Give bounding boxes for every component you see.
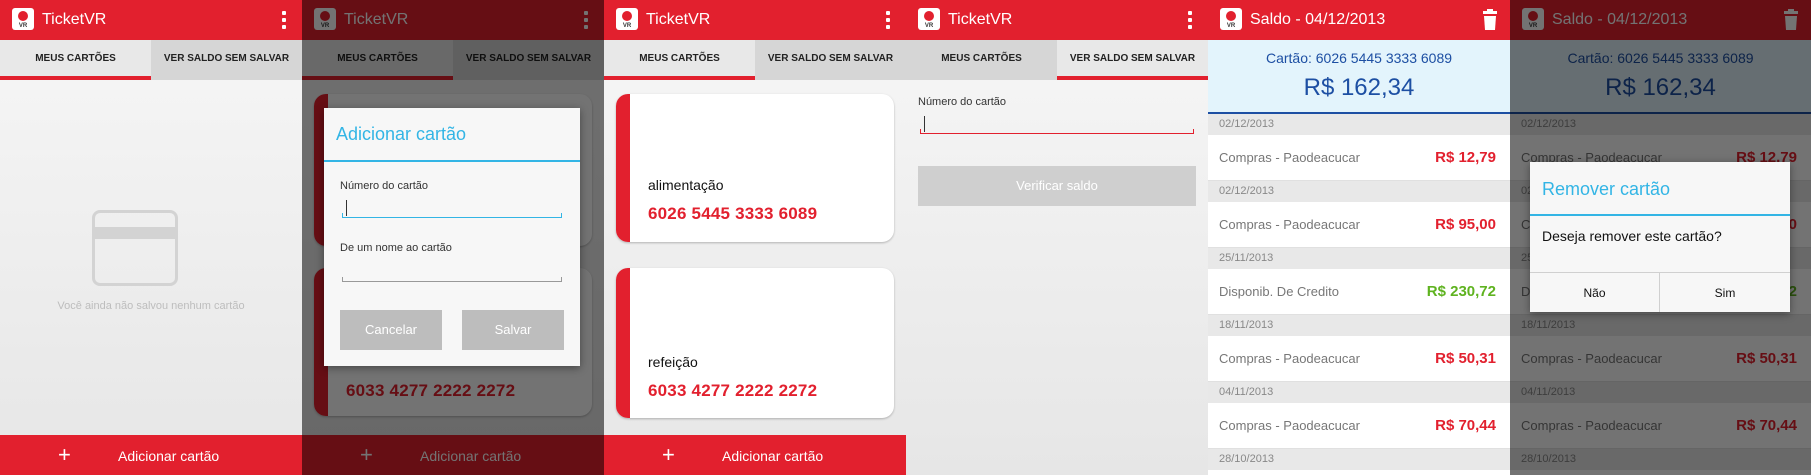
- transaction-value: R$ 95,00: [1435, 216, 1496, 233]
- screen-balance: VR Saldo - 04/12/2013 Cartão: 6026 5445 …: [1208, 0, 1510, 475]
- app-logo-icon: VR: [12, 8, 34, 30]
- card-number-label: Número do cartão: [340, 180, 429, 192]
- transaction-list: 02/12/2013 Compras - Paodeacucar R$ 12,7…: [1208, 114, 1510, 470]
- tab-my-cards[interactable]: MEUS CARTÕES: [0, 40, 151, 80]
- balance-amount: R$ 162,34: [1303, 74, 1415, 101]
- overflow-menu-icon[interactable]: [278, 10, 290, 30]
- balance-header: Cartão: 6026 5445 3333 6089 R$ 162,34: [1208, 40, 1510, 114]
- add-card-button[interactable]: + Adicionar cartão: [0, 435, 302, 475]
- screen-add-card-dialog: VR TicketVR MEUS CARTÕES VER SALDO SEM S…: [302, 0, 604, 475]
- transaction-row: Disponib. De Credito R$ 230,72: [1208, 269, 1510, 315]
- balance-title: Saldo - 04/12/2013: [1250, 11, 1386, 28]
- transaction-date: 04/11/2013: [1208, 382, 1510, 403]
- transaction-description: Compras - Paodeacucar: [1219, 418, 1360, 433]
- transaction-description: Compras - Paodeacucar: [1219, 217, 1360, 232]
- tab-check-balance[interactable]: VER SALDO SEM SALVAR: [1057, 40, 1208, 80]
- transaction-row: Compras - Paodeacucar R$ 12,79: [1208, 135, 1510, 181]
- screen-empty-cards: VR TicketVR MEUS CARTÕES VER SALDO SEM S…: [0, 0, 302, 475]
- add-card-label: Adicionar cartão: [118, 448, 220, 464]
- card-number: 6026 5445 3333 6089: [648, 204, 818, 223]
- transaction-value: R$ 230,72: [1426, 283, 1496, 300]
- action-bar: VR Saldo - 04/12/2013: [1208, 0, 1510, 40]
- app-logo-icon: VR: [918, 8, 940, 30]
- app-logo-icon[interactable]: VR: [1220, 8, 1242, 30]
- action-bar: VR TicketVR: [0, 0, 302, 40]
- tab-bar: MEUS CARTÕES VER SALDO SEM SALVAR: [0, 40, 302, 80]
- yes-button[interactable]: Sim: [1660, 272, 1790, 312]
- tab-my-cards[interactable]: MEUS CARTÕES: [906, 40, 1057, 80]
- card-type: refeição: [648, 354, 698, 370]
- transaction-row: Compras - Paodeacucar R$ 95,00: [1208, 202, 1510, 248]
- tab-check-balance[interactable]: VER SALDO SEM SALVAR: [755, 40, 906, 80]
- transaction-date: 02/12/2013: [1208, 181, 1510, 202]
- transaction-description: Disponib. De Credito: [1219, 284, 1339, 299]
- tab-my-cards[interactable]: MEUS CARTÕES: [604, 40, 755, 80]
- transaction-date: 18/11/2013: [1208, 315, 1510, 336]
- plus-icon: +: [662, 442, 675, 467]
- transaction-row: Compras - Paodeacucar R$ 70,44: [1208, 403, 1510, 449]
- card-item-meal[interactable]: refeição 6033 4277 2222 2272: [616, 268, 894, 418]
- screen-check-balance: VR TicketVR MEUS CARTÕES VER SALDO SEM S…: [906, 0, 1208, 475]
- dialog-divider: [324, 160, 580, 162]
- transaction-description: Compras - Paodeacucar: [1219, 150, 1360, 165]
- card-number-input[interactable]: [342, 200, 562, 218]
- card-stripe: [616, 268, 630, 418]
- plus-icon: +: [58, 442, 71, 467]
- transaction-date: 02/12/2013: [1208, 114, 1510, 135]
- add-card-button[interactable]: + Adicionar cartão: [604, 435, 906, 475]
- tab-check-balance[interactable]: VER SALDO SEM SALVAR: [151, 40, 302, 80]
- card-number-input[interactable]: [920, 116, 1194, 134]
- transaction-value: R$ 12,79: [1435, 149, 1496, 166]
- action-bar: VR TicketVR: [906, 0, 1208, 40]
- app-logo-icon: VR: [616, 8, 638, 30]
- card-name-label: De um nome ao cartão: [340, 242, 452, 254]
- action-bar: VR TicketVR: [604, 0, 906, 40]
- card-item-food[interactable]: alimentação 6026 5445 3333 6089: [616, 94, 894, 242]
- transaction-value: R$ 50,31: [1435, 350, 1496, 367]
- tab-bar: MEUS CARTÕES VER SALDO SEM SALVAR: [604, 40, 906, 80]
- add-card-label: Adicionar cartão: [722, 448, 824, 464]
- card-number: 6033 4277 2222 2272: [648, 381, 818, 400]
- dialog-divider: [1530, 214, 1790, 216]
- balance-card-number: Cartão: 6026 5445 3333 6089: [1265, 50, 1453, 66]
- transaction-date: 25/11/2013: [1208, 248, 1510, 269]
- overflow-menu-icon[interactable]: [1184, 10, 1196, 30]
- cancel-button[interactable]: Cancelar: [340, 310, 442, 350]
- card-name-input[interactable]: [342, 264, 562, 282]
- add-card-dialog: Adicionar cartão Número do cartão De um …: [324, 108, 580, 366]
- tab-bar: MEUS CARTÕES VER SALDO SEM SALVAR: [906, 40, 1208, 80]
- card-number-label: Número do cartão: [918, 96, 1007, 108]
- transaction-date: 28/10/2013: [1208, 449, 1510, 470]
- dialog-title: Remover cartão: [1542, 179, 1671, 199]
- remove-card-dialog: Remover cartão Deseja remover este cartã…: [1530, 162, 1790, 312]
- screen-remove-card-dialog: VR Saldo - 04/12/2013 Cartão: 6026 5445 …: [1510, 0, 1811, 475]
- transaction-row: Compras - Paodeacucar R$ 50,31: [1208, 336, 1510, 382]
- transaction-value: R$ 70,44: [1435, 417, 1496, 434]
- remove-question: Deseja remover este cartão?: [1542, 228, 1722, 244]
- transaction-description: Compras - Paodeacucar: [1219, 351, 1360, 366]
- no-button[interactable]: Não: [1530, 272, 1660, 312]
- app-title: TicketVR: [646, 11, 711, 28]
- card-type: alimentação: [648, 177, 724, 193]
- empty-state-message: Você ainda não salvou nenhum cartão: [57, 300, 245, 312]
- credit-card-icon: [92, 210, 178, 286]
- verify-balance-button[interactable]: Verificar saldo: [918, 166, 1196, 206]
- card-stripe: [616, 94, 630, 242]
- overflow-menu-icon[interactable]: [882, 10, 894, 30]
- app-title: TicketVR: [42, 11, 107, 28]
- dialog-title: Adicionar cartão: [336, 124, 467, 144]
- screen-card-list: VR TicketVR MEUS CARTÕES VER SALDO SEM S…: [604, 0, 906, 475]
- app-title: TicketVR: [948, 11, 1013, 28]
- save-button[interactable]: Salvar: [462, 310, 564, 350]
- trash-icon[interactable]: [1480, 9, 1500, 31]
